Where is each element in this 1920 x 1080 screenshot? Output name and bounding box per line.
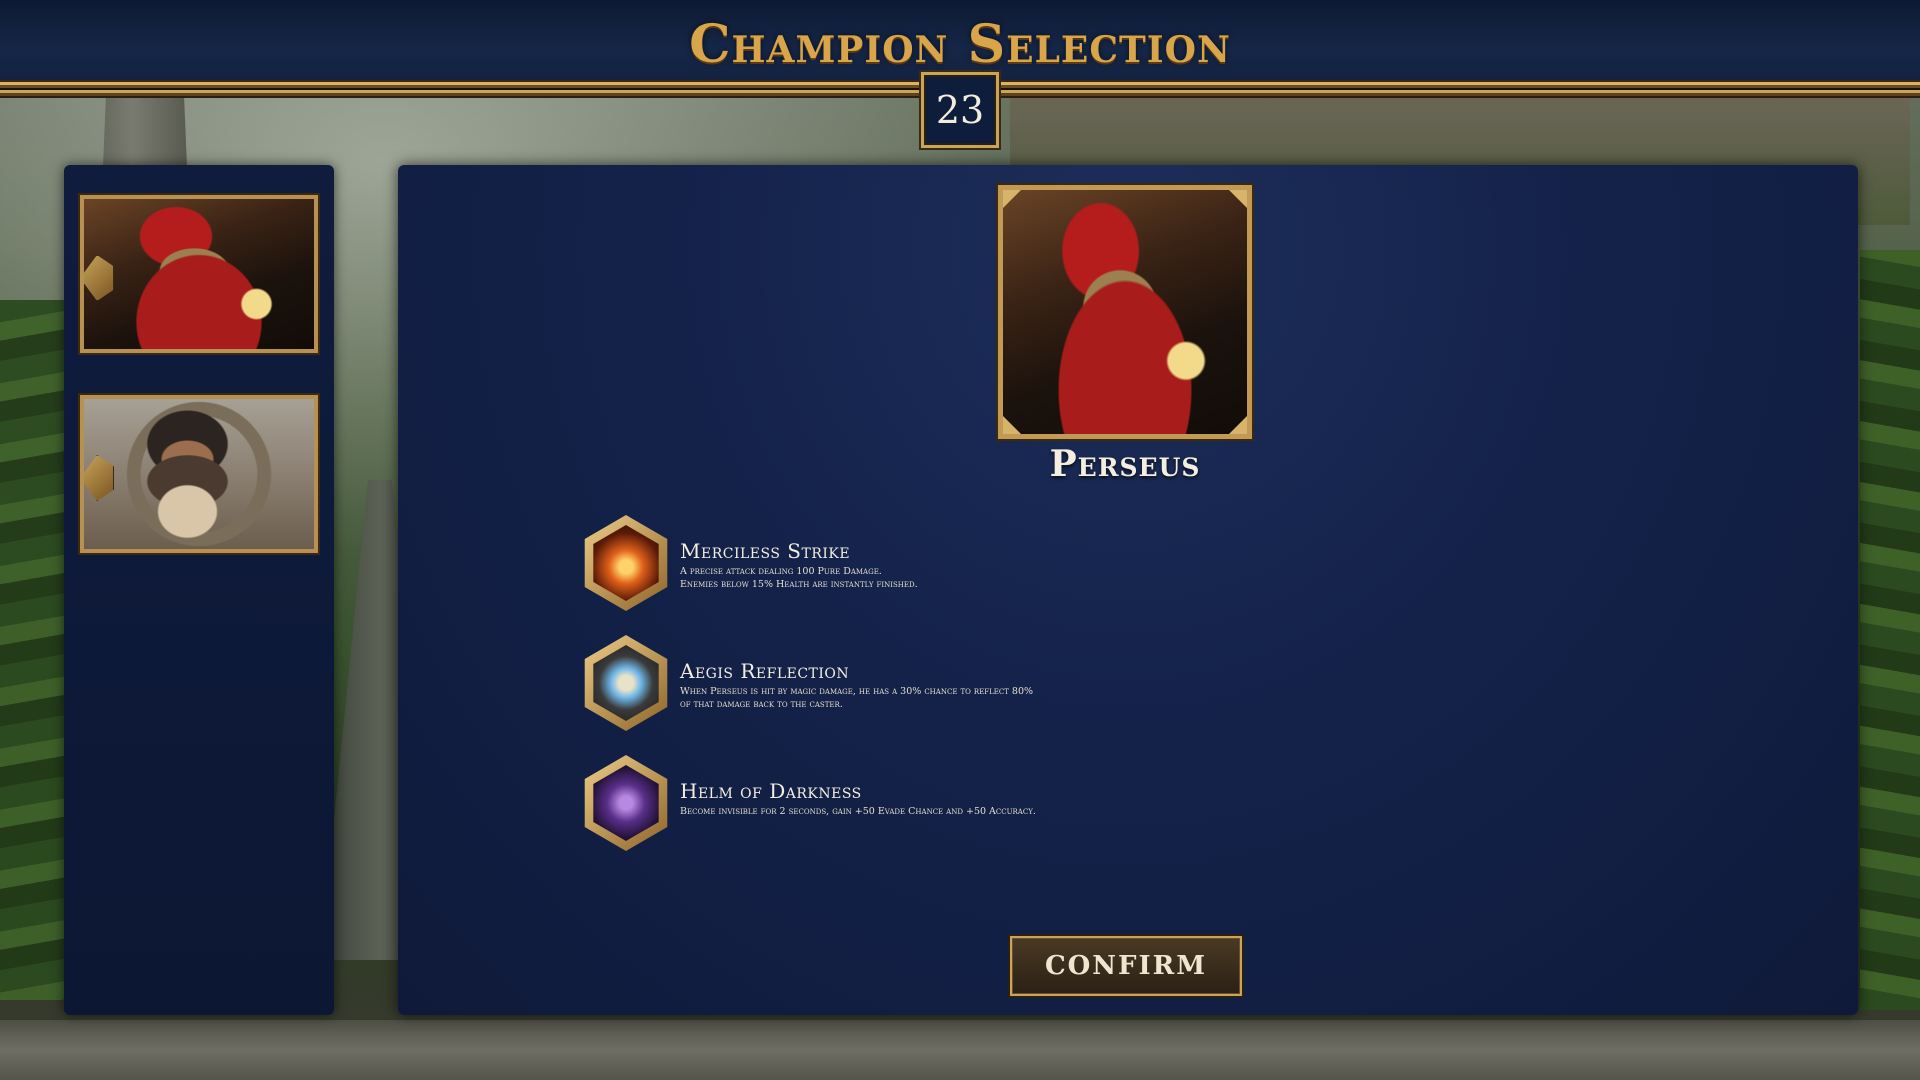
confirm-button[interactable]: CONFIRM <box>1010 936 1242 996</box>
champion-name: Perseus <box>1049 443 1201 485</box>
forest-right <box>1860 250 1920 1010</box>
helm-icon[interactable] <box>584 755 668 851</box>
ability-aegis-reflection: Aegis Reflection When Perseus is hit by … <box>578 635 1138 735</box>
selected-champion-portrait <box>998 185 1252 439</box>
champion-detail-panel: Perseus Merciless Strike A precise attac… <box>398 165 1858 1015</box>
ability-description: When Perseus is hit by magic damage, he … <box>680 686 1034 710</box>
slash-icon[interactable] <box>584 515 668 611</box>
shield-icon[interactable] <box>584 635 668 731</box>
page-title: Champion Selection <box>689 14 1231 75</box>
forest-left <box>0 300 70 1000</box>
countdown-timer: 23 <box>921 72 999 148</box>
perseus-portrait-thumbnail <box>84 199 314 349</box>
ability-description: A precise attack dealing 100 Pure Damage… <box>680 566 918 590</box>
ability-name: Merciless Strike <box>680 539 851 563</box>
perseus-portrait <box>1003 190 1247 434</box>
champion-roster-panel <box>64 165 334 1015</box>
ability-helm-of-darkness: Helm of Darkness Become invisible for 2 … <box>578 755 1138 855</box>
champion-card-perseus[interactable] <box>80 195 318 353</box>
ability-name: Aegis Reflection <box>680 659 850 683</box>
champion-card-bearded-warrior[interactable] <box>80 395 318 553</box>
bearded-warrior-portrait-thumbnail <box>84 399 314 549</box>
ability-description: Become invisible for 2 seconds, gain +50… <box>680 806 1036 817</box>
ability-name: Helm of Darkness <box>680 779 862 803</box>
ability-merciless-strike: Merciless Strike A precise attack dealin… <box>578 515 1138 615</box>
stone-ground <box>0 1020 1920 1080</box>
